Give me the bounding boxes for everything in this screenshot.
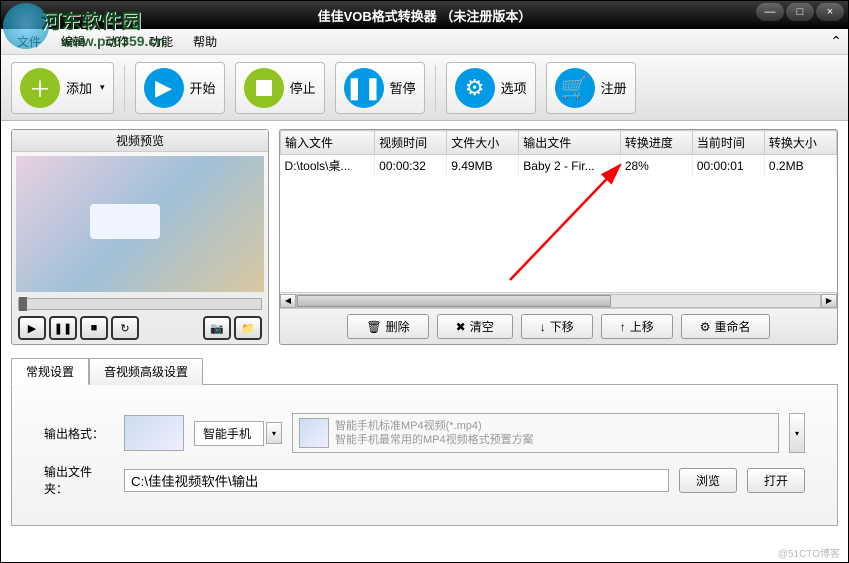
minimize-button[interactable]: —	[756, 3, 784, 21]
toolbar: ＋ 添加 ▾ ▶ 开始 停止 ❚❚ 暂停 ⚙ 选项 🛒 注册	[1, 55, 848, 121]
up-icon: ↑	[620, 320, 626, 334]
open-button[interactable]: 打开	[747, 468, 805, 493]
col-curtime[interactable]: 当前时间	[692, 131, 764, 155]
play-icon: ▶	[144, 68, 184, 108]
cell-convsize: 0.2MB	[764, 155, 836, 177]
cell-input: D:\tools\桌...	[281, 155, 375, 177]
scroll-track[interactable]	[296, 294, 821, 308]
movedown-button[interactable]: ↓下移	[521, 314, 593, 339]
clear-button[interactable]: ✖清空	[437, 314, 513, 339]
window-title: 佳佳VOB格式转换器 （未注册版本）	[318, 6, 532, 25]
file-list-panel: 输入文件 视频时间 文件大小 输出文件 转换进度 当前时间 转换大小 D:\to…	[279, 129, 838, 345]
output-dir-input[interactable]	[124, 469, 669, 492]
output-format-label: 输出格式：	[44, 425, 114, 442]
menubar-collapse-icon[interactable]: ⌃	[830, 33, 842, 50]
tab-content: 输出格式： 智能手机 ▾ 智能手机标准MP4视频(*.mp4) 智能手机最常用的…	[11, 384, 838, 526]
start-button[interactable]: ▶ 开始	[135, 62, 225, 114]
scroll-left-button[interactable]: ◀	[280, 294, 296, 308]
footer-watermark: @51CTO博客	[778, 545, 840, 560]
browse-button[interactable]: 浏览	[679, 468, 737, 493]
register-button[interactable]: 🛒 注册	[546, 62, 636, 114]
col-vtime[interactable]: 视频时间	[375, 131, 447, 155]
separator	[435, 65, 436, 111]
stop-label: 停止	[290, 78, 316, 97]
device-combo[interactable]: 智能手机 ▾	[194, 421, 282, 446]
tab-general[interactable]: 常规设置	[11, 358, 89, 385]
preset-thumbnail	[299, 418, 329, 448]
delete-button[interactable]: 🗑删除	[347, 314, 428, 339]
dropdown-icon: ▾	[100, 82, 105, 93]
cell-curtime: 00:00:01	[692, 155, 764, 177]
cell-fsize: 9.49MB	[447, 155, 519, 177]
preview-play-button[interactable]: ▶	[18, 316, 46, 340]
stop-button[interactable]: 停止	[235, 62, 325, 114]
preview-thumbnail	[90, 204, 160, 239]
start-label: 开始	[190, 78, 216, 97]
cell-progress: 28%	[620, 155, 692, 177]
menubar: 文件 编辑 动作 功能 帮助 ⌃	[1, 29, 848, 55]
scroll-thumb[interactable]	[297, 295, 611, 307]
menu-file[interactable]: 文件	[7, 31, 51, 52]
output-dir-label: 输出文件夹：	[44, 463, 114, 497]
gear-icon: ⚙	[700, 320, 711, 334]
maximize-button[interactable]: □	[786, 3, 814, 21]
pause-icon: ❚❚	[344, 68, 384, 108]
preview-title: 视频预览	[12, 130, 268, 152]
preview-loop-button[interactable]: ↻	[111, 316, 139, 340]
menu-action[interactable]: 动作	[95, 31, 139, 52]
preset-desc: 智能手机最常用的MP4视频格式预置方案	[335, 433, 534, 447]
col-progress[interactable]: 转换进度	[620, 131, 692, 155]
device-combo-text: 智能手机	[194, 421, 264, 446]
dropdown-icon[interactable]: ▾	[266, 422, 282, 444]
preset-title: 智能手机标准MP4视频(*.mp4)	[335, 419, 534, 433]
close-button[interactable]: ×	[816, 3, 844, 21]
moveup-button[interactable]: ↑上移	[601, 314, 673, 339]
pause-label: 暂停	[390, 78, 416, 97]
open-folder-button[interactable]: 📁	[234, 316, 262, 340]
slider-thumb[interactable]	[19, 297, 27, 311]
scroll-right-button[interactable]: ▶	[821, 294, 837, 308]
add-button[interactable]: ＋ 添加 ▾	[11, 62, 114, 114]
trash-icon: 🗑	[366, 320, 381, 334]
file-table: 输入文件 视频时间 文件大小 输出文件 转换进度 当前时间 转换大小 D:\to…	[280, 130, 837, 292]
device-thumbnail	[124, 415, 184, 451]
cart-icon: 🛒	[555, 68, 595, 108]
options-label: 选项	[501, 78, 527, 97]
horizontal-scrollbar[interactable]: ◀ ▶	[280, 292, 837, 308]
col-fsize[interactable]: 文件大小	[447, 131, 519, 155]
menu-edit[interactable]: 编辑	[51, 31, 95, 52]
preview-panel: 视频预览 ▶ ❚❚ ■ ↻ 📷 📁	[11, 129, 269, 345]
col-convsize[interactable]: 转换大小	[764, 131, 836, 155]
tab-av-advanced[interactable]: 音视频高级设置	[89, 358, 203, 385]
titlebar: 佳佳VOB格式转换器 （未注册版本） — □ ×	[1, 1, 848, 29]
cell-vtime: 00:00:32	[375, 155, 447, 177]
add-label: 添加	[66, 78, 92, 97]
menu-help[interactable]: 帮助	[183, 31, 227, 52]
preview-stop-button[interactable]: ■	[80, 316, 108, 340]
down-icon: ↓	[540, 320, 546, 334]
preview-pause-button[interactable]: ❚❚	[49, 316, 77, 340]
snapshot-button[interactable]: 📷	[203, 316, 231, 340]
stop-icon	[244, 68, 284, 108]
seek-slider[interactable]	[18, 298, 262, 310]
separator	[124, 65, 125, 111]
plus-icon: ＋	[20, 68, 60, 108]
options-button[interactable]: ⚙ 选项	[446, 62, 536, 114]
table-row[interactable]: D:\tools\桌... 00:00:32 9.49MB Baby 2 - F…	[281, 155, 837, 177]
cell-output: Baby 2 - Fir...	[519, 155, 621, 177]
col-input[interactable]: 输入文件	[281, 131, 375, 155]
preset-dropdown-button[interactable]: ▾	[789, 413, 805, 453]
menu-function[interactable]: 功能	[139, 31, 183, 52]
gear-icon: ⚙	[455, 68, 495, 108]
x-icon: ✖	[456, 320, 466, 334]
col-output[interactable]: 输出文件	[519, 131, 621, 155]
rename-button[interactable]: ⚙重命名	[681, 314, 770, 339]
preset-display[interactable]: 智能手机标准MP4视频(*.mp4) 智能手机最常用的MP4视频格式预置方案	[292, 413, 779, 453]
register-label: 注册	[601, 78, 627, 97]
pause-button[interactable]: ❚❚ 暂停	[335, 62, 425, 114]
video-preview	[16, 156, 264, 292]
